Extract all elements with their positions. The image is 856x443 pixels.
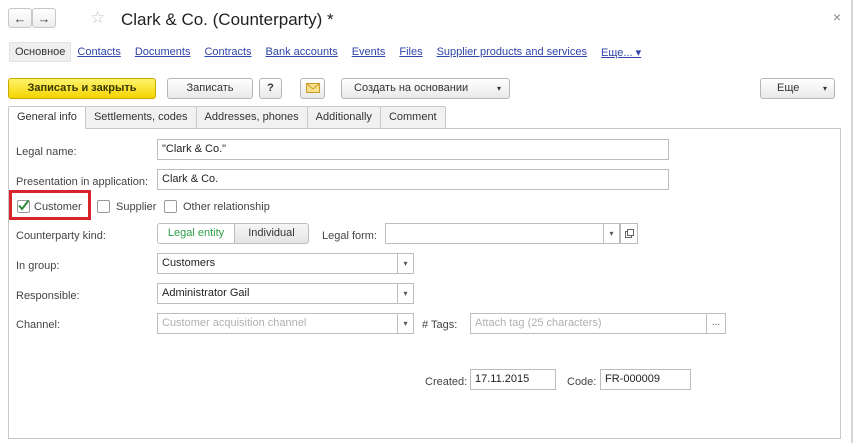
tab-general-info[interactable]: General info: [8, 106, 86, 129]
legal-name-input[interactable]: "Clark & Co.": [157, 139, 669, 160]
tab-addresses-phones[interactable]: Addresses, phones: [195, 106, 308, 128]
back-button[interactable]: ←: [8, 8, 32, 28]
code-field[interactable]: FR-000009: [600, 369, 691, 390]
arrow-right-icon: →: [37, 11, 51, 26]
tags-select-button[interactable]: ...: [706, 313, 726, 334]
customer-checkbox[interactable]: [17, 199, 30, 213]
section-link-documents[interactable]: Documents: [135, 46, 191, 58]
envelope-icon: [305, 83, 320, 93]
more-button[interactable]: Еще ▾: [760, 78, 835, 99]
chevron-down-icon: ▾: [403, 259, 408, 268]
more-label: Еще: [777, 82, 800, 94]
chevron-down-icon: ▾: [822, 84, 827, 93]
window-edge-divider: [851, 0, 853, 443]
other-relationship-label: Other relationship: [183, 201, 270, 213]
supplier-checkbox[interactable]: [97, 200, 110, 213]
legal-name-label: Legal name:: [16, 146, 77, 158]
tags-placeholder: Attach tag (25 characters): [475, 317, 602, 329]
window-title: Clark & Co. (Counterparty) *: [121, 10, 334, 29]
legal-form-input[interactable]: [385, 223, 604, 244]
supplier-label: Supplier: [116, 201, 157, 213]
individual-option[interactable]: Individual: [234, 223, 309, 244]
chevron-down-icon: ▾: [403, 319, 408, 328]
create-based-on-button[interactable]: Создать на основании ▾: [341, 78, 510, 99]
chevron-down-icon: ▾: [403, 289, 408, 298]
help-button[interactable]: ?: [259, 78, 282, 99]
tab-strip: General info Settlements, codes Addresse…: [8, 106, 446, 129]
responsible-label: Responsible:: [16, 290, 80, 302]
tab-settlements-codes[interactable]: Settlements, codes: [84, 106, 197, 128]
tab-additionally[interactable]: Additionally: [306, 106, 381, 128]
tab-comment[interactable]: Comment: [379, 106, 446, 128]
in-group-label: In group:: [16, 260, 60, 272]
section-bar: Основное Contacts Documents Contracts Ba…: [9, 41, 655, 63]
in-group-input[interactable]: Customers: [157, 253, 398, 274]
section-link-more[interactable]: Еще... ▾: [601, 46, 641, 59]
created-date-field[interactable]: 17.11.2015: [470, 369, 556, 390]
forward-button[interactable]: →: [32, 8, 56, 28]
save-button[interactable]: Записать: [167, 78, 253, 99]
section-link-contacts[interactable]: Contacts: [77, 46, 120, 58]
legal-entity-option[interactable]: Legal entity: [157, 223, 235, 244]
section-link-supplier-products[interactable]: Supplier products and services: [437, 46, 587, 58]
responsible-dropdown[interactable]: ▾: [397, 283, 414, 304]
presentation-input[interactable]: Clark & Co.: [157, 169, 669, 190]
arrow-left-icon: ←: [13, 11, 27, 26]
email-button[interactable]: [300, 78, 325, 99]
channel-dropdown[interactable]: ▾: [397, 313, 414, 334]
presentation-label: Presentation in application:: [16, 176, 149, 188]
chevron-down-icon: ▾: [496, 84, 501, 93]
counterparty-kind-label: Counterparty kind:: [16, 230, 106, 242]
in-group-dropdown[interactable]: ▾: [397, 253, 414, 274]
close-icon[interactable]: ×: [833, 9, 841, 25]
customer-label: Customer: [34, 201, 82, 213]
channel-placeholder: Customer acquisition channel: [162, 317, 307, 329]
section-link-contracts[interactable]: Contracts: [204, 46, 251, 58]
favorite-star-icon[interactable]: ☆: [90, 8, 105, 28]
channel-label: Channel:: [16, 319, 61, 331]
chevron-down-icon: ▾: [609, 229, 614, 238]
legal-form-dropdown[interactable]: ▾: [603, 223, 620, 244]
save-and-close-button[interactable]: Записать и закрыть: [8, 78, 156, 99]
section-link-events[interactable]: Events: [352, 46, 386, 58]
tags-label: # Tags:: [422, 319, 458, 331]
code-label: Code:: [567, 376, 597, 388]
created-label: Created:: [425, 376, 468, 388]
responsible-input[interactable]: Administrator Gail: [157, 283, 398, 304]
other-relationship-checkbox[interactable]: [164, 200, 177, 213]
checkmark-icon: [18, 199, 30, 211]
open-window-icon: [624, 229, 634, 238]
section-link-bank-accounts[interactable]: Bank accounts: [266, 46, 338, 58]
tags-input[interactable]: Attach tag (25 characters): [470, 313, 707, 334]
channel-input[interactable]: Customer acquisition channel: [157, 313, 398, 334]
legal-form-label: Legal form:: [322, 230, 378, 242]
legal-form-open-button[interactable]: [620, 223, 638, 244]
create-based-on-label: Создать на основании: [354, 82, 469, 94]
section-link-files[interactable]: Files: [399, 46, 422, 58]
section-main[interactable]: Основное: [9, 42, 72, 62]
